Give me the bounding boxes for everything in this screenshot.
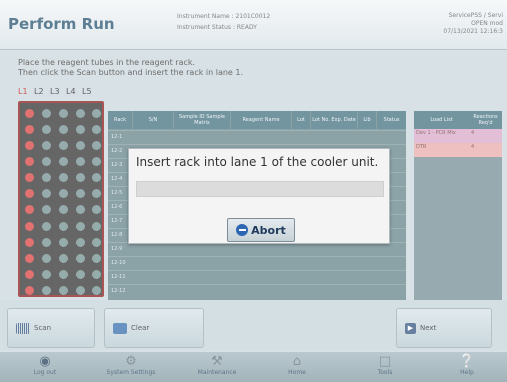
insert-rack-dialog: Insert rack into lane 1 of the cooler un… (128, 148, 390, 244)
dialog-progress-bar (136, 181, 384, 197)
minus-circle-icon (236, 224, 249, 236)
dialog-message: Insert rack into lane 1 of the cooler un… (136, 155, 379, 169)
abort-label: Abort (251, 223, 286, 237)
abort-button[interactable]: Abort (227, 218, 295, 242)
